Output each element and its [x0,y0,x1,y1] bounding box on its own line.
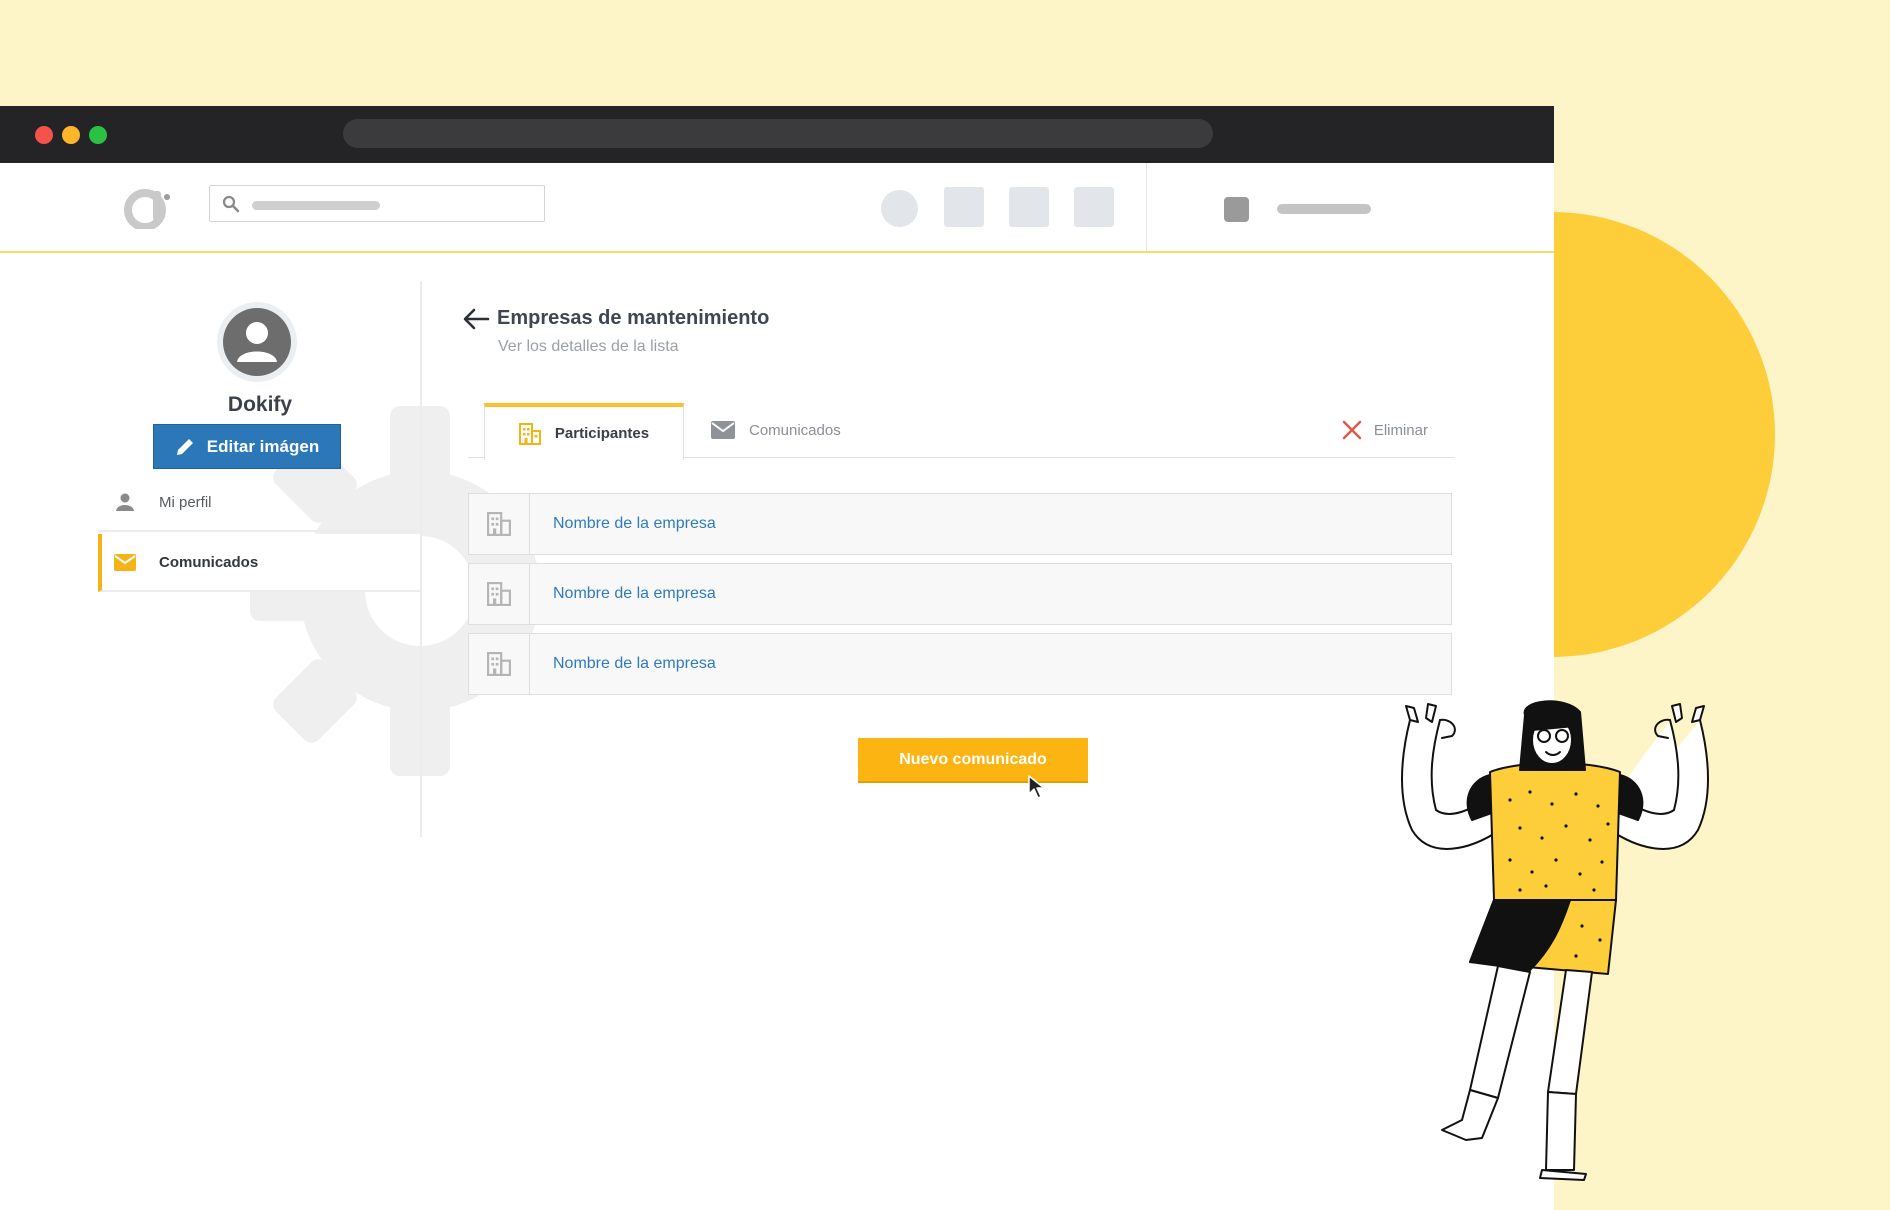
user-avatar-icon [223,308,291,376]
building-icon [469,634,530,694]
sidebar-item-mi-perfil[interactable]: Mi perfil [98,474,420,532]
sidebar: Dokify Editar imágen Mi perfil Comunicad… [0,281,540,837]
profile-name: Dokify [227,393,293,416]
profile-avatar[interactable] [217,302,297,382]
close-icon [1342,420,1362,440]
sidebar-item-label: Mi perfil [159,493,212,511]
tab-comunicados[interactable]: Comunicados [711,415,841,445]
header-action-1[interactable] [944,187,984,227]
new-communication-button[interactable]: Nuevo comunicado [858,738,1088,783]
building-icon [518,422,541,445]
sidebar-item-label: Comunicados [159,553,259,571]
browser-titlebar [0,106,1554,163]
delete-button[interactable]: Eliminar [1342,415,1428,445]
company-list: Nombre de la empresa Nombre de la empres… [468,493,1452,703]
company-name-link[interactable]: Nombre de la empresa [530,494,716,554]
edit-image-button[interactable]: Editar imágen [153,424,341,469]
search-input[interactable] [209,185,545,222]
list-item[interactable]: Nombre de la empresa [468,633,1452,695]
building-icon [469,564,530,624]
sidebar-divider [420,281,422,837]
pencil-icon [176,438,193,455]
building-icon [469,494,530,554]
page-title: Empresas de mantenimiento [497,307,770,329]
search-icon [222,195,240,213]
list-item[interactable]: Nombre de la empresa [468,563,1452,625]
company-name-link[interactable]: Nombre de la empresa [530,634,716,694]
tab-label: Participantes [554,425,650,442]
tab-label: Comunicados [749,421,841,439]
envelope-icon [114,551,136,573]
mouse-cursor-icon [1028,775,1045,799]
close-window-button[interactable] [35,126,53,144]
header-divider [1146,163,1147,251]
header-action-3[interactable] [1074,187,1114,227]
search-placeholder [252,201,380,210]
minimize-window-button[interactable] [62,126,80,144]
back-arrow-icon[interactable] [462,307,490,331]
user-name-placeholder[interactable] [1277,204,1371,214]
company-name-link[interactable]: Nombre de la empresa [530,564,716,624]
tab-participantes[interactable]: Participantes [484,403,684,460]
app-header [0,163,1554,253]
browser-window: Dokify Editar imágen Mi perfil Comunicad… [0,106,1554,1210]
list-item[interactable]: Nombre de la empresa [468,493,1452,555]
sidebar-item-comunicados[interactable]: Comunicados [98,534,420,592]
page-subtitle: Ver los detalles de la lista [498,338,679,355]
header-action-2[interactable] [1009,187,1049,227]
user-avatar[interactable] [1224,197,1249,222]
woman-illustration [1401,700,1709,1181]
delete-label: Eliminar [1373,421,1428,439]
edit-image-label: Editar imágen [206,436,320,456]
envelope-icon [711,421,735,439]
dokify-logo[interactable] [123,187,173,229]
maximize-window-button[interactable] [89,126,107,144]
tab-bar: Participantes Comunicados Eliminar [468,403,1455,460]
person-icon [114,491,136,513]
notifications-placeholder[interactable] [881,190,918,227]
address-bar[interactable] [343,119,1213,148]
